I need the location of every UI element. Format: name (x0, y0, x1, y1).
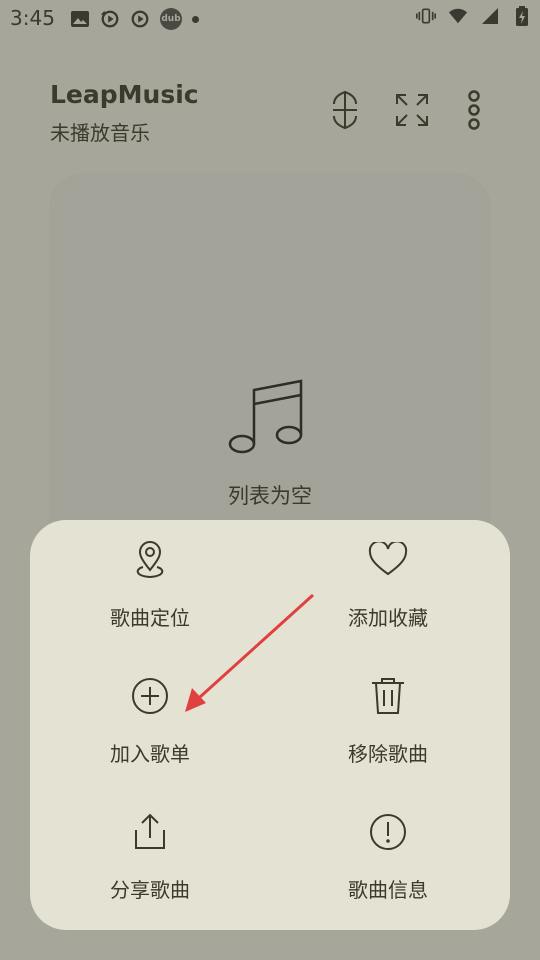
image-icon (70, 9, 90, 29)
signal-icon (480, 6, 500, 26)
dub-icon: dub (160, 8, 182, 30)
remove-song-action[interactable]: 移除歌曲 (288, 656, 488, 776)
trash-icon (368, 676, 408, 716)
music-note-icon (224, 378, 308, 462)
share-icon (130, 812, 170, 852)
remove-song-label: 移除歌曲 (348, 742, 428, 766)
share-song-action[interactable]: 分享歌曲 (50, 792, 250, 912)
add-to-playlist-label: 加入歌单 (110, 742, 190, 766)
status-icons-right (416, 6, 532, 26)
app-title: LeapMusic (50, 80, 199, 109)
song-info-label: 歌曲信息 (348, 878, 428, 902)
location-pin-icon (130, 540, 170, 580)
locate-song-label: 歌曲定位 (110, 606, 190, 630)
fullscreen-button[interactable] (392, 90, 432, 130)
wifi-icon (448, 6, 468, 26)
sync-icon (100, 9, 120, 29)
now-playing-subtitle: 未播放音乐 (50, 121, 150, 145)
status-bar: 3:45 dub (0, 0, 540, 36)
battery-charging-icon (512, 6, 532, 26)
locate-song-action[interactable]: 歌曲定位 (50, 520, 250, 640)
song-info-action[interactable]: 歌曲信息 (288, 792, 488, 912)
action-sheet: 歌曲定位 添加收藏 加入歌单 移除歌曲 分享歌曲 歌曲信息 (30, 520, 510, 930)
more-vertical-icon (468, 90, 480, 130)
add-circle-icon (130, 676, 170, 716)
expand-icon (396, 94, 428, 126)
sort-button[interactable] (325, 90, 365, 130)
status-time: 3:45 (10, 6, 55, 30)
vibrate-icon (416, 6, 436, 26)
sort-icon (333, 90, 357, 130)
share-song-label: 分享歌曲 (110, 878, 190, 902)
add-favorite-action[interactable]: 添加收藏 (288, 520, 488, 640)
status-icons-left: dub (70, 8, 199, 30)
dot-icon (192, 15, 199, 23)
heart-icon (368, 540, 408, 580)
add-to-playlist-action[interactable]: 加入歌单 (50, 656, 250, 776)
empty-list-text: 列表为空 (228, 484, 312, 508)
add-favorite-label: 添加收藏 (348, 606, 428, 630)
play-circle-icon (130, 9, 150, 29)
more-options-button[interactable] (454, 90, 494, 130)
info-icon (368, 812, 408, 852)
